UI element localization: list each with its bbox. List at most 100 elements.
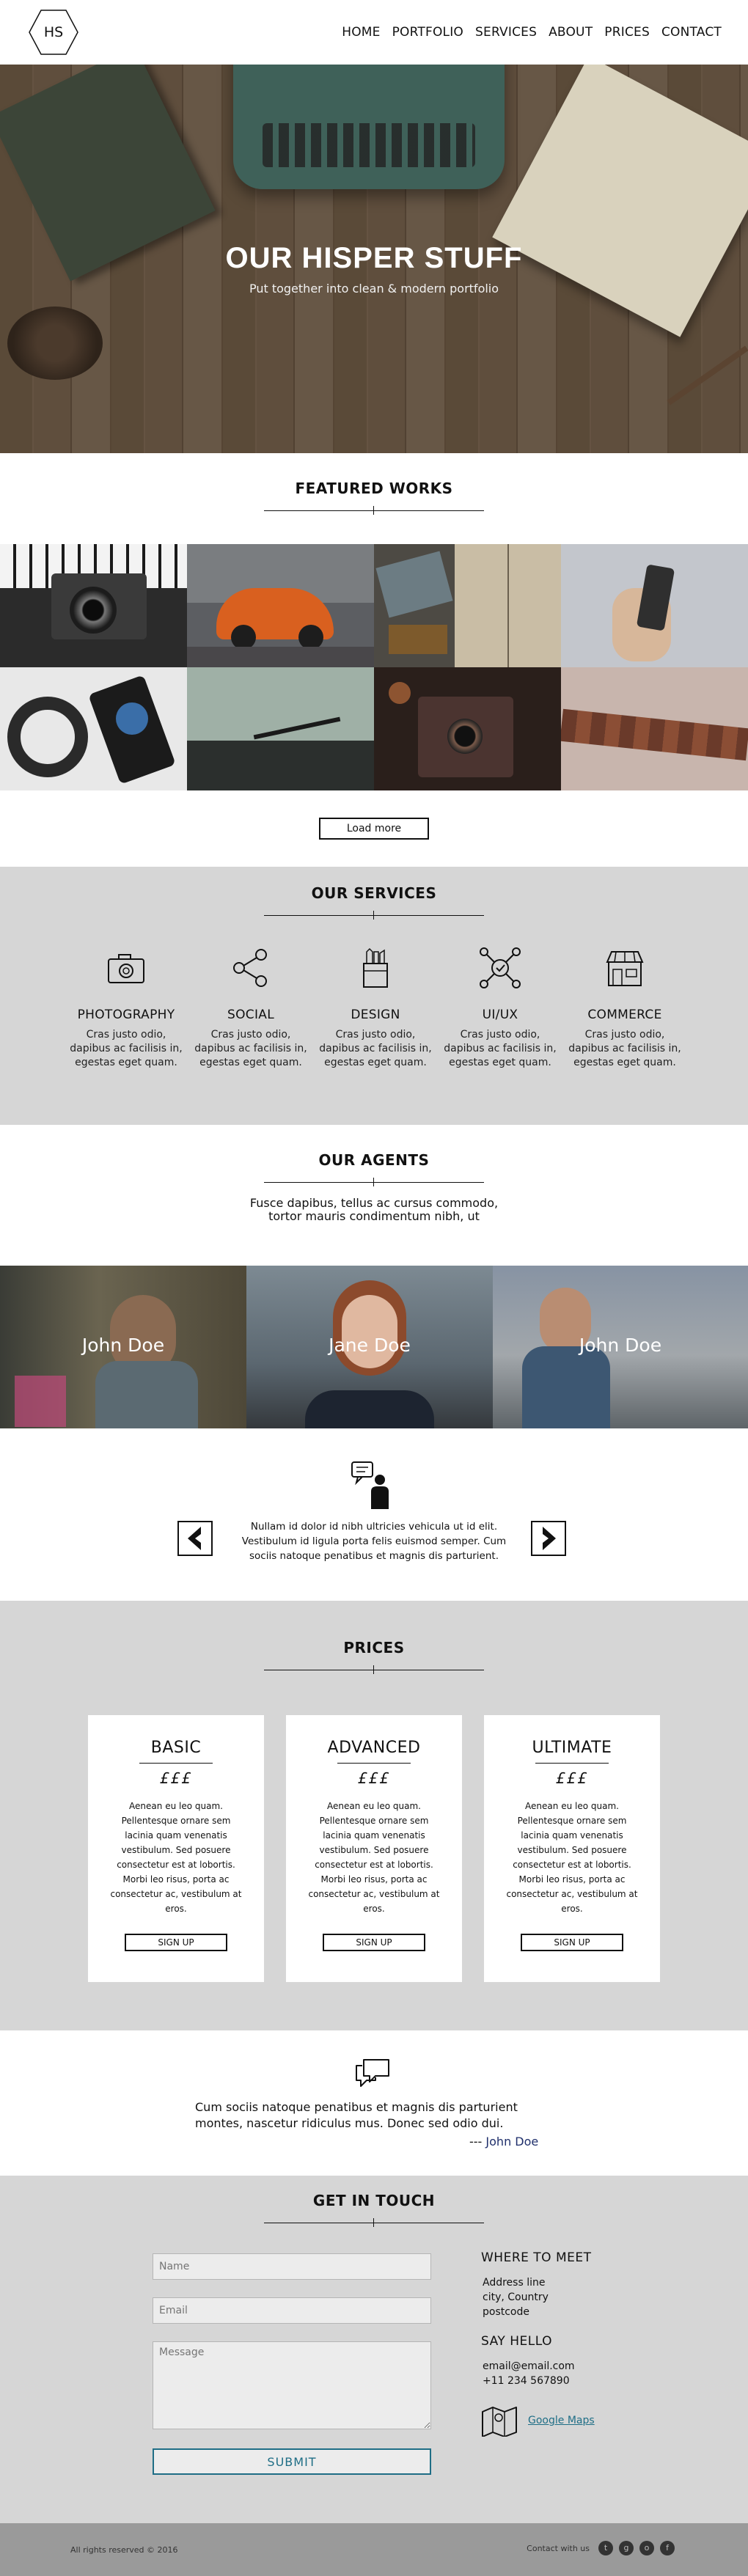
google-plus-icon[interactable]: g	[619, 2541, 634, 2555]
testimonial-text: Nullam id dolor id nibh ultricies vehicu…	[241, 1521, 507, 1562]
hero-subtitle: Put together into clean & modern portfol…	[249, 282, 499, 296]
main-nav: HOME PORTFOLIO SERVICES ABOUT PRICES CON…	[342, 25, 722, 40]
plan-divider	[337, 1763, 411, 1764]
section-divider	[264, 1665, 484, 1674]
portfolio-tile-camera[interactable]	[0, 544, 187, 667]
email-input[interactable]	[153, 2297, 431, 2324]
portfolio-tile-polaroid[interactable]	[374, 667, 561, 790]
nav-about[interactable]: ABOUT	[549, 25, 593, 40]
plan-price: £££	[555, 1769, 589, 1787]
agent-card[interactable]: John Doe	[493, 1266, 748, 1428]
hero-pencil-image	[667, 345, 748, 406]
contact-info: WHERE TO MEET Address line city, Country…	[481, 2250, 642, 2437]
signup-button[interactable]: SIGN UP	[521, 1934, 623, 1951]
portfolio-tile-phone[interactable]	[561, 544, 748, 667]
nav-home[interactable]: HOME	[342, 25, 380, 40]
featured-works-section: FEATURED WORKS Load more	[0, 453, 748, 867]
prices-section: PRICES BASIC £££ Aenean eu leo quam. Pel…	[0, 1601, 748, 2030]
hero-banner: OUR HISPER STUFF Put together into clean…	[0, 65, 748, 453]
where-to-meet-title: WHERE TO MEET	[481, 2250, 592, 2265]
address-line: Address line	[483, 2277, 546, 2289]
site-header: HS HOME PORTFOLIO SERVICES ABOUT PRICES …	[0, 0, 748, 65]
portfolio-tile-headphones[interactable]	[0, 667, 187, 790]
plan-divider	[139, 1763, 213, 1764]
arrow-left-icon	[188, 1527, 201, 1550]
service-name: UI/UX	[482, 1008, 518, 1022]
plan-price: £££	[159, 1769, 193, 1787]
plan-name: BASIC	[150, 1739, 202, 1757]
section-title: PRICES	[343, 1639, 405, 1656]
agents-section: OUR AGENTS Fusce dapibus, tellus ac curs…	[0, 1125, 748, 1266]
service-photography: PHOTOGRAPHY Cras justo odio, dapibus ac …	[67, 944, 185, 1070]
signup-button[interactable]: SIGN UP	[323, 1934, 425, 1951]
quote-dashes: ---	[469, 2135, 483, 2148]
service-name: COMMERCE	[587, 1008, 662, 1022]
message-textarea[interactable]	[153, 2341, 431, 2429]
portfolio-tile-car[interactable]	[187, 544, 374, 667]
github-icon[interactable]: o	[639, 2541, 654, 2555]
twitter-icon[interactable]: t	[598, 2541, 613, 2555]
facebook-icon[interactable]: f	[660, 2541, 675, 2555]
say-hello-title: SAY HELLO	[481, 2334, 552, 2349]
nav-portfolio[interactable]: PORTFOLIO	[392, 25, 463, 40]
contact-phone[interactable]: +11 234 567890	[483, 2374, 642, 2388]
nav-services[interactable]: SERVICES	[475, 25, 537, 40]
plan-name: ADVANCED	[327, 1739, 421, 1757]
camera-icon	[108, 954, 144, 983]
service-commerce: COMMERCE Cras justo odio, dapibus ac fac…	[566, 944, 683, 1070]
next-testimonial-button[interactable]	[531, 1521, 566, 1556]
quote-section: Cum sociis natoque penatibus et magnis d…	[0, 2030, 748, 2176]
section-title: OUR AGENTS	[318, 1151, 430, 1169]
agents-gallery: John Doe Jane Doe John Doe	[0, 1266, 748, 1428]
network-check-icon	[480, 947, 521, 988]
hero-typewriter-image	[233, 65, 505, 189]
service-social: SOCIAL Cras justo odio, dapibus ac facil…	[192, 944, 309, 1070]
agent-name: John Doe	[579, 1335, 662, 1356]
pencil-cup-icon	[363, 947, 388, 988]
quote-author: --- John Doe	[469, 2135, 538, 2148]
google-maps-link[interactable]: Google Maps	[528, 2415, 595, 2426]
nav-contact[interactable]: CONTACT	[661, 25, 722, 40]
testimonial-section: Nullam id dolor id nibh ultricies vehicu…	[0, 1428, 748, 1601]
service-desc: Cras justo odio, dapibus ac facilisis in…	[319, 1029, 432, 1068]
section-title: OUR SERVICES	[311, 884, 437, 902]
section-divider	[264, 2218, 484, 2227]
portfolio-tile-film[interactable]	[561, 667, 748, 790]
contact-section: GET IN TOUCH SUBMIT WHERE TO MEET Addres…	[0, 2176, 748, 2523]
agent-name: Jane Doe	[329, 1335, 411, 1356]
submit-button[interactable]: SUBMIT	[153, 2448, 431, 2475]
site-footer: All rights reserved © 2016 Contact with …	[0, 2523, 748, 2576]
signup-button[interactable]: SIGN UP	[125, 1934, 227, 1951]
hero-notebook-image	[492, 65, 748, 337]
copyright-text: All rights reserved © 2016	[70, 2545, 178, 2555]
service-desc: Cras justo odio, dapibus ac facilisis in…	[444, 1029, 557, 1068]
contact-label: Contact with us	[527, 2543, 590, 2553]
price-card-basic: BASIC £££ Aenean eu leo quam. Pellentesq…	[88, 1715, 264, 1982]
portfolio-tile-turntable[interactable]	[187, 667, 374, 790]
nav-prices[interactable]: PRICES	[604, 25, 650, 40]
name-input[interactable]	[153, 2253, 431, 2280]
hero-title: OUR HISPER STUFF	[225, 242, 523, 274]
load-more-button[interactable]: Load more	[318, 818, 430, 840]
logo-text: HS	[43, 24, 64, 40]
section-divider	[264, 506, 484, 515]
agents-intro: Fusce dapibus, tellus ac cursus commodo,…	[249, 1196, 499, 1223]
price-card-advanced: ADVANCED £££ Aenean eu leo quam. Pellent…	[286, 1715, 462, 1982]
contact-email[interactable]: email@email.com	[483, 2359, 642, 2374]
section-divider	[264, 1178, 484, 1186]
shop-icon	[606, 951, 644, 986]
portfolio-tile-books[interactable]	[374, 544, 561, 667]
plan-name: ULTIMATE	[532, 1739, 612, 1757]
agent-card[interactable]: John Doe	[0, 1266, 246, 1428]
logo[interactable]: HS	[28, 9, 79, 56]
social-links: Contact with us t g o f	[527, 2541, 675, 2555]
agent-card[interactable]: Jane Doe	[246, 1266, 493, 1428]
section-divider	[264, 911, 484, 920]
map-icon	[482, 2407, 517, 2437]
address-postcode: postcode	[483, 2306, 529, 2318]
plan-desc: Aenean eu leo quam. Pellentesque ornare …	[110, 1801, 242, 1914]
portfolio-grid	[0, 544, 748, 790]
prev-testimonial-button[interactable]	[177, 1521, 213, 1556]
price-card-ultimate: ULTIMATE £££ Aenean eu leo quam. Pellent…	[484, 1715, 660, 1982]
plan-desc: Aenean eu leo quam. Pellentesque ornare …	[308, 1801, 440, 1914]
